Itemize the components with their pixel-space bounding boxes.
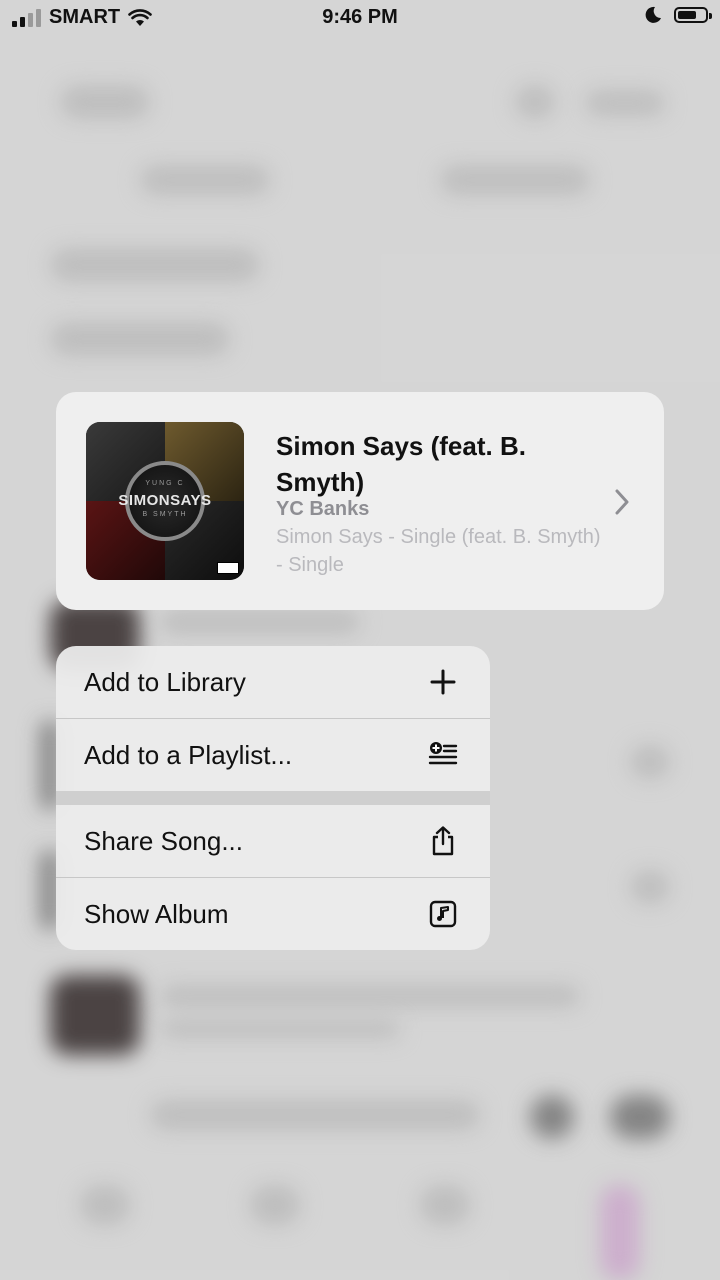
context-menu: Add to Library Add to a Playlist... Shar… — [56, 646, 490, 950]
music-note-square-icon — [429, 900, 457, 928]
menu-item-show-album[interactable]: Show Album — [56, 878, 490, 950]
song-preview-card[interactable]: YUNG C SIMONSAYS B SMYTH Simon Says (fea… — [56, 392, 664, 610]
parental-advisory-badge — [217, 562, 239, 574]
menu-item-label: Share Song... — [84, 826, 243, 856]
menu-item-add-to-library[interactable]: Add to Library — [56, 646, 490, 718]
menu-item-share-song[interactable]: Share Song... — [56, 805, 490, 877]
menu-item-add-to-playlist[interactable]: Add to a Playlist... — [56, 719, 490, 791]
status-bar: SMART 9:46 PM — [0, 0, 720, 40]
menu-item-label: Add to a Playlist... — [84, 740, 293, 770]
artwork-featuring-text: B SMYTH — [142, 511, 188, 518]
add-to-playlist-icon — [428, 742, 458, 765]
blurred-background — [0, 0, 720, 1280]
menu-item-label: Show Album — [84, 899, 229, 929]
song-album: Simon Says - Single (feat. B. Smyth) - S… — [276, 526, 601, 576]
share-icon — [432, 826, 454, 856]
moon-icon — [645, 6, 661, 23]
plus-icon — [430, 669, 456, 695]
album-artwork: YUNG C SIMONSAYS B SMYTH — [86, 422, 244, 580]
artwork-artist-text: YUNG C — [145, 480, 185, 487]
artwork-title-text: SIMONSAYS — [118, 492, 212, 509]
clock: 9:46 PM — [322, 6, 398, 28]
song-artist: YC Banks — [276, 498, 370, 520]
chevron-right-icon[interactable] — [610, 488, 634, 516]
song-title: Simon Says (feat. B. Smyth) — [276, 431, 526, 497]
menu-item-label: Add to Library — [84, 667, 246, 697]
battery-icon — [674, 7, 712, 23]
